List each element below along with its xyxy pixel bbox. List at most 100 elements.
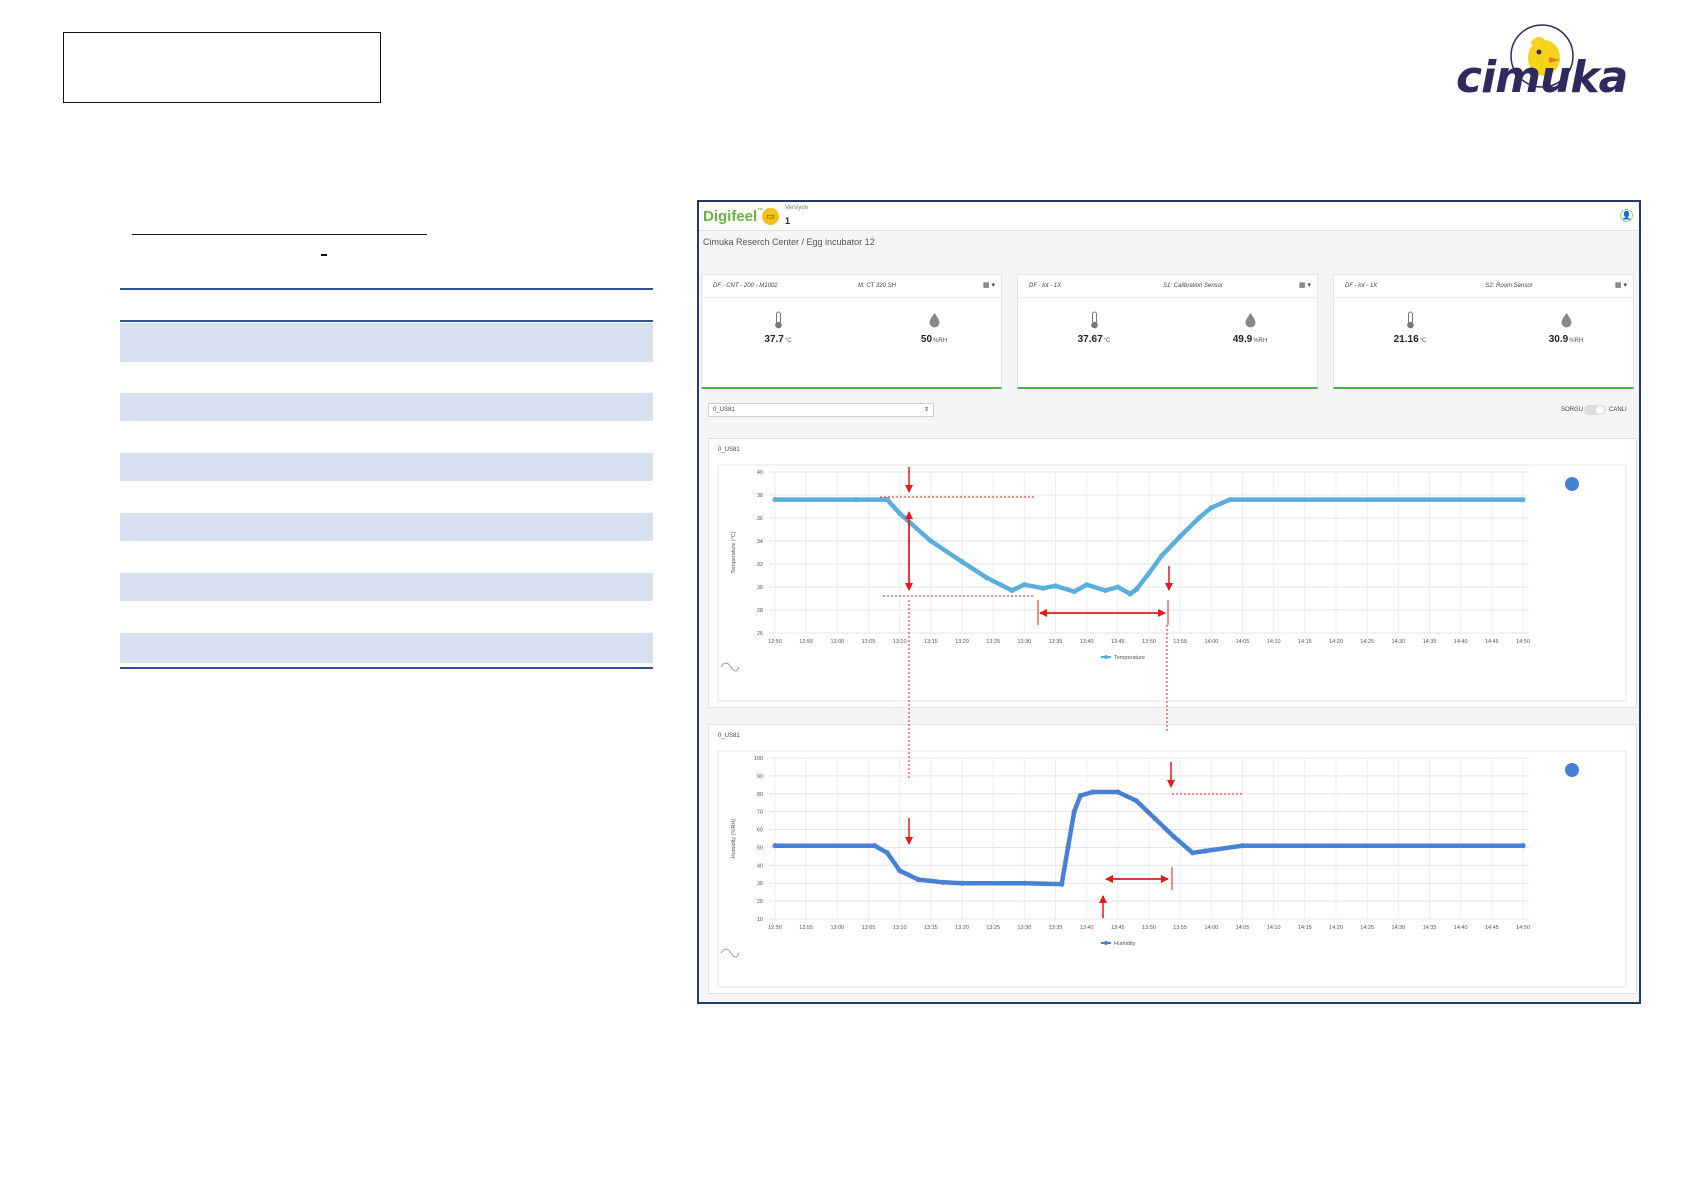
card-device-id: DF - lot - 1X bbox=[1029, 283, 1062, 289]
logo-text: cimuka bbox=[1456, 52, 1628, 103]
data-point bbox=[772, 843, 778, 849]
data-point bbox=[1196, 515, 1202, 521]
x-tick-label: 14:50 bbox=[1516, 925, 1530, 931]
y-tick-label: 100 bbox=[754, 756, 763, 762]
data-point bbox=[1102, 587, 1108, 594]
card-humidity: 49.9%RH bbox=[1232, 334, 1268, 345]
data-point bbox=[1009, 587, 1015, 594]
data-point bbox=[1065, 844, 1071, 851]
x-tick-label: 13:40 bbox=[1080, 639, 1094, 645]
x-tick-label: 14:20 bbox=[1329, 925, 1343, 931]
data-point bbox=[1520, 497, 1526, 503]
title-box bbox=[63, 32, 381, 103]
card-menu-icon[interactable]: ▦ ▾ bbox=[1615, 281, 1627, 289]
data-point bbox=[1021, 880, 1027, 886]
x-tick-label: 14:05 bbox=[1236, 925, 1250, 931]
data-point bbox=[1152, 816, 1158, 822]
x-tick-label: 14:35 bbox=[1423, 925, 1437, 931]
sensor-select[interactable]: 0_US81 ⇕ bbox=[708, 403, 934, 417]
card-sensor-name: S2: Room Sensor bbox=[1485, 283, 1533, 289]
version-value: 1 bbox=[785, 216, 791, 226]
data-point bbox=[1040, 585, 1046, 591]
options-icon[interactable] bbox=[1565, 477, 1579, 491]
data-point bbox=[1115, 584, 1121, 590]
y-tick-label: 50 bbox=[757, 845, 763, 851]
data-point bbox=[1227, 497, 1233, 503]
x-tick-label: 14:45 bbox=[1485, 925, 1499, 931]
x-tick-label: 13:55 bbox=[1173, 639, 1187, 645]
data-point bbox=[1090, 789, 1096, 795]
humidity-chart: 10 20 30 40 50 60 70 80 90 100 12:50 12:55 13:00 13:0… bbox=[717, 750, 1627, 988]
card-temperature: 37.7°C bbox=[764, 334, 792, 345]
x-tick-label: 13:50 bbox=[1142, 925, 1156, 931]
x-tick-label: 12:55 bbox=[799, 925, 813, 931]
thermometer-icon bbox=[1407, 311, 1414, 329]
data-point bbox=[1021, 582, 1027, 588]
x-tick-label: 14:20 bbox=[1329, 639, 1343, 645]
table-row bbox=[120, 453, 653, 481]
data-point bbox=[1190, 850, 1196, 856]
x-tick-label: 13:45 bbox=[1111, 639, 1125, 645]
data-point bbox=[772, 497, 778, 503]
droplet-icon bbox=[1561, 313, 1572, 328]
options-icon[interactable] bbox=[1565, 763, 1579, 777]
x-tick-label: 14:15 bbox=[1298, 925, 1312, 931]
card-divider bbox=[1334, 297, 1633, 298]
temperature-chart: 26 28 30 32 34 36 38 40 12:50 12:55 13:00 13:05 13:1… bbox=[717, 464, 1627, 702]
data-point bbox=[1071, 589, 1077, 595]
x-tick-label: 13:55 bbox=[1173, 925, 1187, 931]
laptop-icon[interactable]: ▭ bbox=[762, 208, 779, 225]
x-tick-label: 13:20 bbox=[955, 639, 969, 645]
data-point bbox=[1208, 505, 1214, 511]
card-sensor-name: S1: Calibration Sensor bbox=[1162, 283, 1224, 289]
legend-label: Temperature bbox=[1114, 655, 1145, 661]
x-tick-label: 13:10 bbox=[893, 925, 907, 931]
x-tick-label: 13:10 bbox=[893, 639, 907, 645]
table-row bbox=[120, 633, 653, 663]
x-tick-label: 14:45 bbox=[1485, 639, 1499, 645]
y-axis-label: Temperature (°C) bbox=[731, 531, 737, 573]
sensor-card-room: DF - lot - 1X S2: Room Sensor ▦ ▾ 21.16°… bbox=[1333, 274, 1634, 389]
select-caret-icon: ⇕ bbox=[923, 407, 929, 413]
y-tick-label: 34 bbox=[757, 539, 763, 545]
card-menu-icon[interactable]: ▦ ▾ bbox=[1299, 281, 1311, 289]
x-tick-label: 14:30 bbox=[1391, 639, 1405, 645]
user-icon[interactable]: 👤 bbox=[1620, 209, 1633, 222]
data-point bbox=[1158, 553, 1165, 559]
data-point bbox=[1520, 843, 1526, 849]
x-tick-label: 14:00 bbox=[1204, 639, 1218, 645]
data-point bbox=[1052, 583, 1059, 589]
data-point bbox=[1127, 591, 1133, 597]
x-tick-label: 13:00 bbox=[830, 639, 844, 645]
data-point bbox=[1171, 834, 1177, 840]
y-tick-label: 10 bbox=[757, 917, 763, 923]
table-row bbox=[120, 393, 653, 421]
legend-marker bbox=[1104, 655, 1108, 659]
data-point bbox=[959, 559, 965, 565]
x-tick-label: 13:45 bbox=[1111, 925, 1125, 931]
left-heading-underline bbox=[132, 234, 427, 235]
data-point bbox=[915, 877, 921, 883]
x-tick-label: 12:55 bbox=[799, 639, 813, 645]
x-tick-label: 13:05 bbox=[862, 639, 876, 645]
table-row bbox=[120, 323, 653, 362]
version-label: Versiyon bbox=[785, 205, 809, 211]
y-tick-label: 36 bbox=[757, 516, 763, 522]
live-toggle[interactable] bbox=[1584, 405, 1606, 415]
x-tick-label: 13:40 bbox=[1080, 925, 1094, 931]
card-menu-icon[interactable]: ▦ ▾ bbox=[983, 281, 995, 289]
card-divider bbox=[702, 297, 1001, 298]
x-tick-label: 13:30 bbox=[1017, 639, 1031, 645]
y-tick-label: 32 bbox=[757, 562, 763, 568]
toggle-label-query: SORGU bbox=[1561, 407, 1584, 413]
data-point bbox=[1133, 798, 1140, 804]
brand-logo[interactable]: Digifeel™ bbox=[703, 208, 763, 225]
thermometer-icon bbox=[775, 311, 782, 329]
x-tick-label: 13:05 bbox=[862, 925, 876, 931]
card-humidity: 30.9%RH bbox=[1548, 334, 1584, 345]
x-tick-label: 13:00 bbox=[830, 925, 844, 931]
data-point bbox=[1115, 789, 1121, 795]
y-tick-label: 90 bbox=[757, 774, 763, 780]
x-tick-label: 13:15 bbox=[924, 639, 938, 645]
top-bar: Digifeel™ ▭ Versiyon 1 👤 bbox=[699, 202, 1639, 231]
